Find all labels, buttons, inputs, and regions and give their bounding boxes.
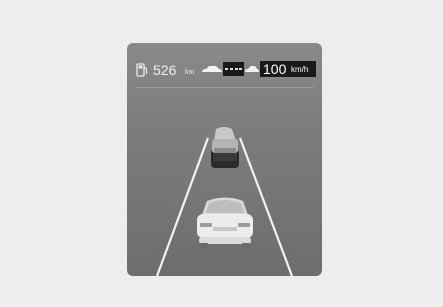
instrument-cluster-display: 526 km 100 km/h <box>127 43 322 276</box>
road-scene <box>139 127 309 276</box>
